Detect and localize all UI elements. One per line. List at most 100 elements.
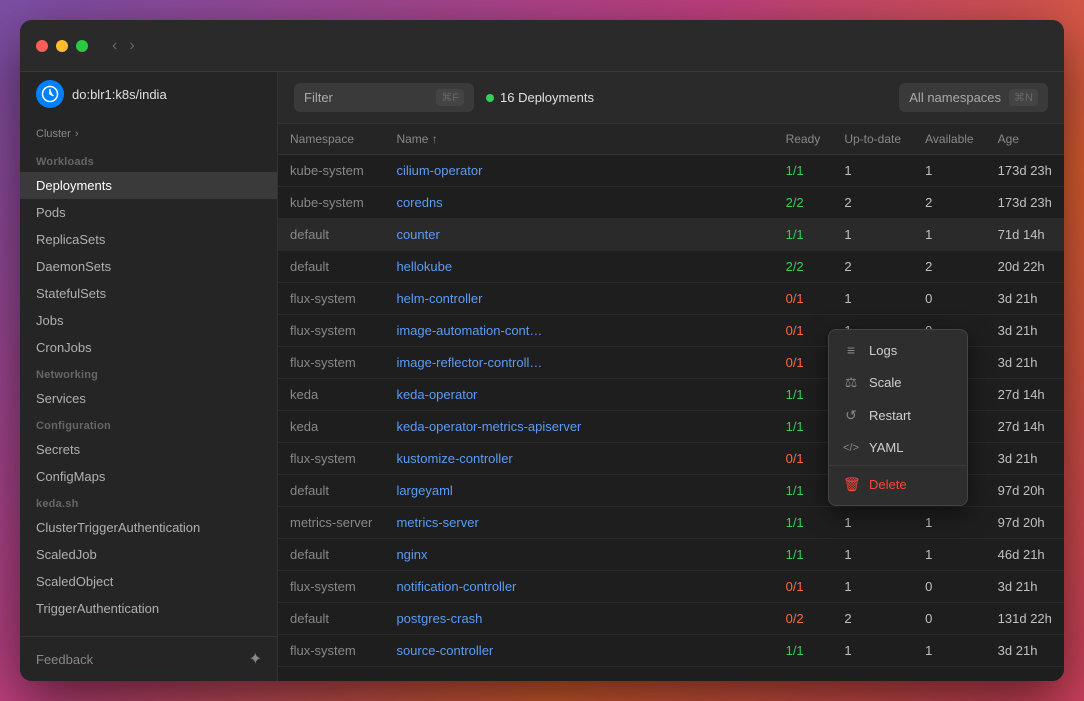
deployment-count-text: 16 Deployments [500, 90, 594, 105]
close-button[interactable] [36, 40, 48, 52]
cell-name[interactable]: keda-operator [384, 379, 593, 411]
cell-uptodate: 2 [832, 251, 913, 283]
filter-box[interactable]: Filter ⌘F [294, 83, 474, 112]
scale-icon: ⚖ [843, 374, 859, 391]
sidebar-cluster[interactable]: Cluster › [20, 124, 277, 148]
sidebar-item-secrets[interactable]: Secrets [20, 436, 277, 463]
table-row[interactable]: kube-system cilium-operator 1/1 1 1 173d… [278, 155, 1064, 187]
cell-name[interactable]: nginx [384, 539, 593, 571]
cell-name[interactable]: notification-controller [384, 571, 593, 603]
cell-ready: 0/1 [774, 571, 833, 603]
cell-name[interactable]: image-reflector-controll… [384, 347, 593, 379]
cell-name[interactable]: image-automation-cont… [384, 315, 593, 347]
settings-icon[interactable]: ✦ [249, 649, 262, 669]
forward-arrow[interactable]: › [125, 35, 138, 57]
cell-ready: 1/1 [774, 539, 833, 571]
sidebar-item-configmaps[interactable]: ConfigMaps [20, 463, 277, 490]
cell-namespace: flux-system [278, 283, 384, 315]
sidebar-item-statefulsets[interactable]: StatefulSets [20, 280, 277, 307]
namespace-selector[interactable]: All namespaces ⌘N [899, 83, 1048, 112]
cell-name[interactable]: keda-operator-metrics-apiserver [384, 411, 593, 443]
cell-namespace: default [278, 539, 384, 571]
cell-uptodate: 1 [832, 571, 913, 603]
col-age[interactable]: Age [986, 124, 1064, 155]
context-menu-logs[interactable]: ≡ Logs [829, 334, 967, 366]
sidebar-logo[interactable]: do:blr1:k8s/india [20, 72, 277, 124]
cell-uptodate: 1 [832, 219, 913, 251]
nav-arrows: ‹ › [108, 35, 139, 57]
cell-name[interactable]: cilium-operator [384, 155, 593, 187]
sidebar-item-scaledobject[interactable]: ScaledObject [20, 568, 277, 595]
cell-name[interactable]: hellokube [384, 251, 593, 283]
cell-empty [594, 347, 774, 379]
context-menu-scale[interactable]: ⚖ Scale [829, 366, 967, 399]
cell-age: 3d 21h [986, 571, 1064, 603]
cell-available: 2 [913, 187, 986, 219]
context-menu-yaml[interactable]: </> YAML [829, 432, 967, 463]
networking-section-label: Networking [20, 361, 277, 385]
cell-available: 1 [913, 635, 986, 667]
cell-ready: 1/1 [774, 155, 833, 187]
maximize-button[interactable] [76, 40, 88, 52]
cell-name[interactable]: counter [384, 219, 593, 251]
sidebar-item-clustertrigger[interactable]: ClusterTriggerAuthentication [20, 514, 277, 541]
cell-name[interactable]: postgres-crash [384, 603, 593, 635]
cell-namespace: flux-system [278, 443, 384, 475]
table-row[interactable]: default nginx 1/1 1 1 46d 21h [278, 539, 1064, 571]
cell-namespace: keda [278, 379, 384, 411]
feedback-button[interactable]: Feedback [36, 652, 93, 667]
col-namespace[interactable]: Namespace [278, 124, 384, 155]
back-arrow[interactable]: ‹ [108, 35, 121, 57]
cell-empty [594, 315, 774, 347]
table-row[interactable]: metrics-server metrics-server 1/1 1 1 97… [278, 507, 1064, 539]
minimize-button[interactable] [56, 40, 68, 52]
cell-name[interactable]: largeyaml [384, 475, 593, 507]
cell-uptodate: 2 [832, 187, 913, 219]
sidebar-item-deployments[interactable]: Deployments [20, 172, 277, 199]
sidebar-item-pods[interactable]: Pods [20, 199, 277, 226]
col-available[interactable]: Available [913, 124, 986, 155]
context-menu-restart-label: Restart [869, 408, 911, 423]
cell-namespace: default [278, 603, 384, 635]
cell-age: 3d 21h [986, 635, 1064, 667]
table-row[interactable]: default counter 1/1 1 1 71d 14h [278, 219, 1064, 251]
col-ready[interactable]: Ready [774, 124, 833, 155]
cell-empty [594, 507, 774, 539]
sidebar-item-scaledjob[interactable]: ScaledJob [20, 541, 277, 568]
table-row[interactable]: flux-system source-controller 1/1 1 1 3d… [278, 635, 1064, 667]
filter-label: Filter [304, 90, 333, 105]
namespace-text: All namespaces [909, 90, 1001, 105]
context-menu-restart[interactable]: ↺ Restart [829, 399, 967, 432]
deployment-count: 16 Deployments [486, 90, 594, 105]
col-uptodate[interactable]: Up-to-date [832, 124, 913, 155]
sidebar-item-cronjobs[interactable]: CronJobs [20, 334, 277, 361]
col-name[interactable]: Name ↑ [384, 124, 593, 155]
cell-ready: 1/1 [774, 475, 833, 507]
namespace-shortcut: ⌘N [1009, 89, 1038, 106]
table-row[interactable]: flux-system notification-controller 0/1 … [278, 571, 1064, 603]
cell-empty [594, 571, 774, 603]
cell-name[interactable]: kustomize-controller [384, 443, 593, 475]
cell-age: 131d 22h [986, 603, 1064, 635]
table-row[interactable]: default postgres-crash 0/2 2 0 131d 22h [278, 603, 1064, 635]
cell-name[interactable]: helm-controller [384, 283, 593, 315]
table-row[interactable]: kube-system coredns 2/2 2 2 173d 23h [278, 187, 1064, 219]
sidebar-item-services[interactable]: Services [20, 385, 277, 412]
cell-name[interactable]: source-controller [384, 635, 593, 667]
context-menu-delete[interactable]: 🗑 Delete [829, 468, 967, 501]
cell-namespace: default [278, 219, 384, 251]
cell-namespace: kube-system [278, 187, 384, 219]
sidebar-item-jobs[interactable]: Jobs [20, 307, 277, 334]
sidebar-item-triggerauth[interactable]: TriggerAuthentication [20, 595, 277, 622]
table-row[interactable]: flux-system helm-controller 0/1 1 0 3d 2… [278, 283, 1064, 315]
cell-ready: 1/1 [774, 507, 833, 539]
cell-ready: 1/1 [774, 635, 833, 667]
cell-age: 71d 14h [986, 219, 1064, 251]
sidebar-item-daemonsets[interactable]: DaemonSets [20, 253, 277, 280]
cell-name[interactable]: coredns [384, 187, 593, 219]
cell-name[interactable]: metrics-server [384, 507, 593, 539]
table-row[interactable]: default hellokube 2/2 2 2 20d 22h [278, 251, 1064, 283]
cell-empty [594, 603, 774, 635]
cell-available: 1 [913, 507, 986, 539]
sidebar-item-replicasets[interactable]: ReplicaSets [20, 226, 277, 253]
